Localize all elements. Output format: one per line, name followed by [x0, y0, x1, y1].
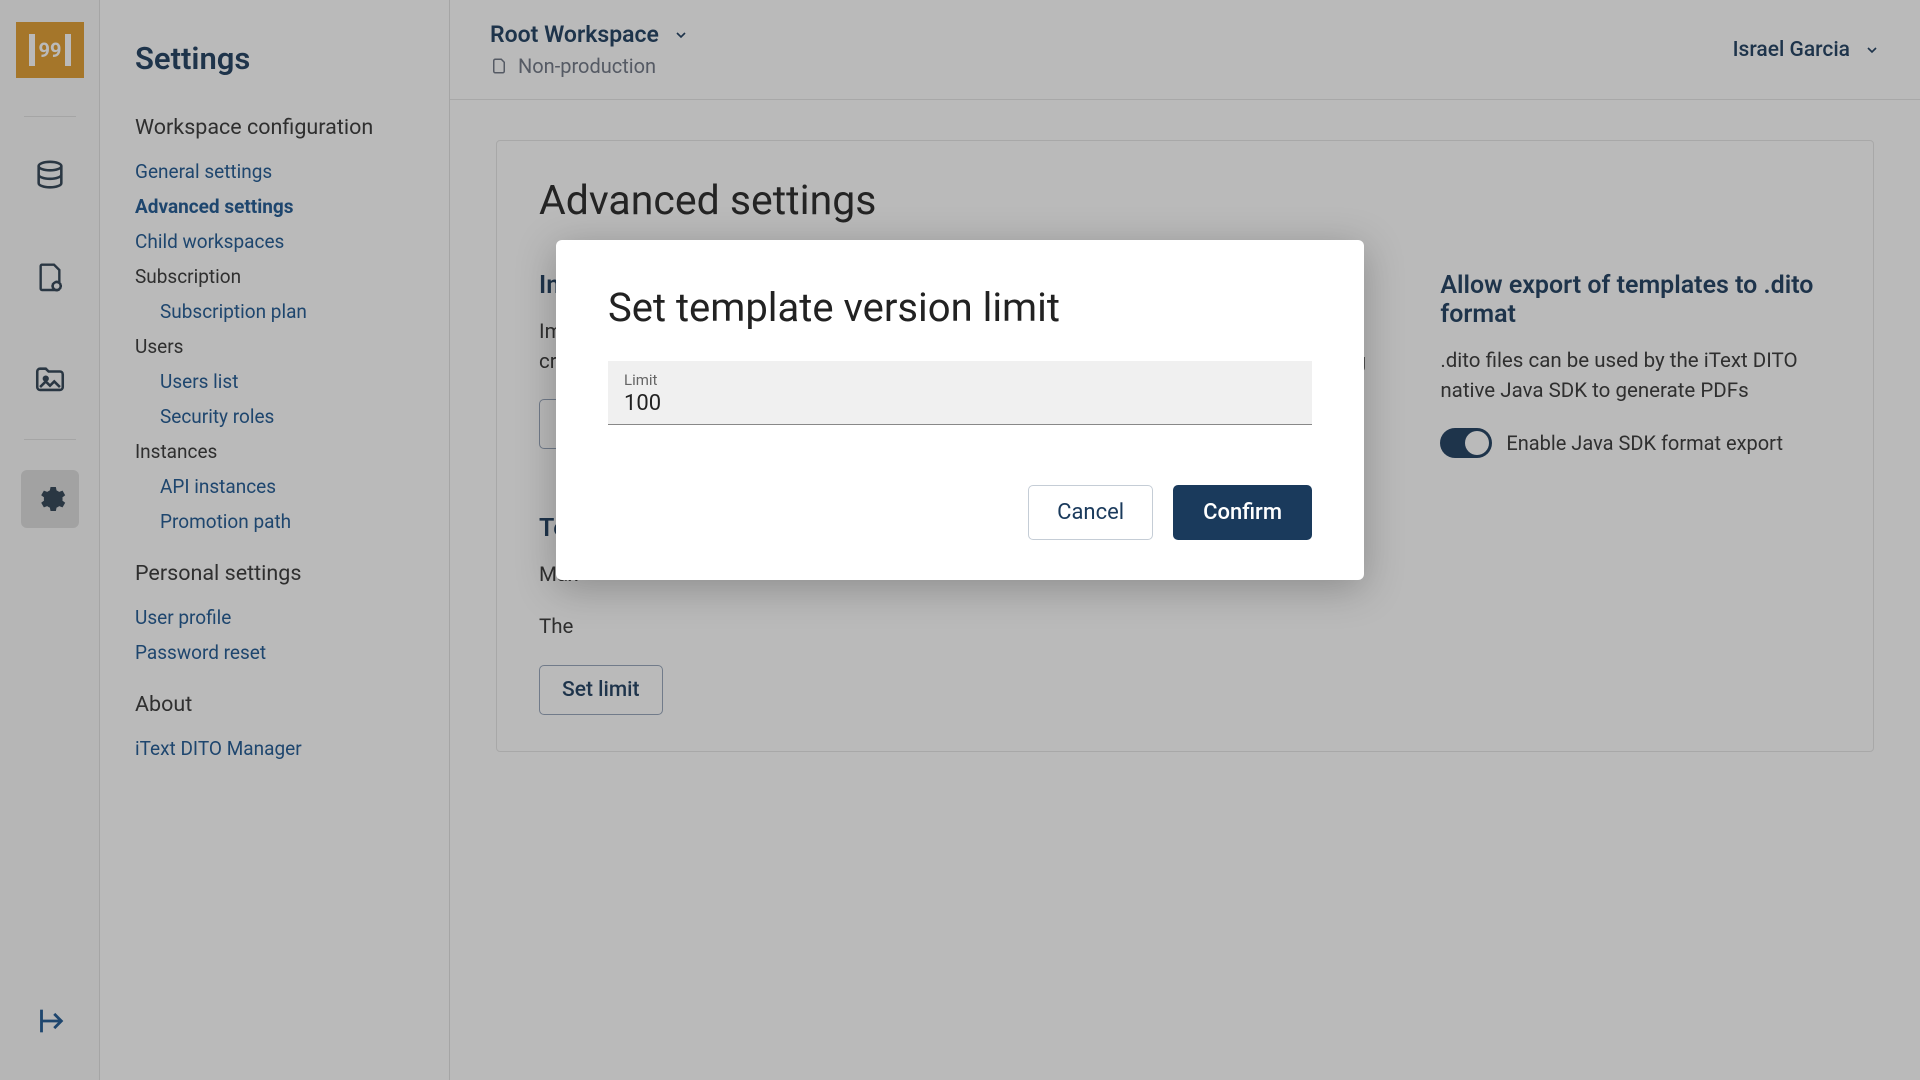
modal-overlay[interactable]: Set template version limit Limit Cancel … [0, 0, 1920, 1080]
confirm-button[interactable]: Confirm [1173, 485, 1312, 540]
limit-field[interactable]: Limit [608, 361, 1312, 425]
limit-field-label: Limit [624, 371, 1296, 389]
modal-title: Set template version limit [608, 284, 1312, 331]
cancel-button[interactable]: Cancel [1028, 485, 1153, 540]
limit-input[interactable] [624, 391, 1296, 416]
set-limit-modal: Set template version limit Limit Cancel … [556, 240, 1364, 580]
